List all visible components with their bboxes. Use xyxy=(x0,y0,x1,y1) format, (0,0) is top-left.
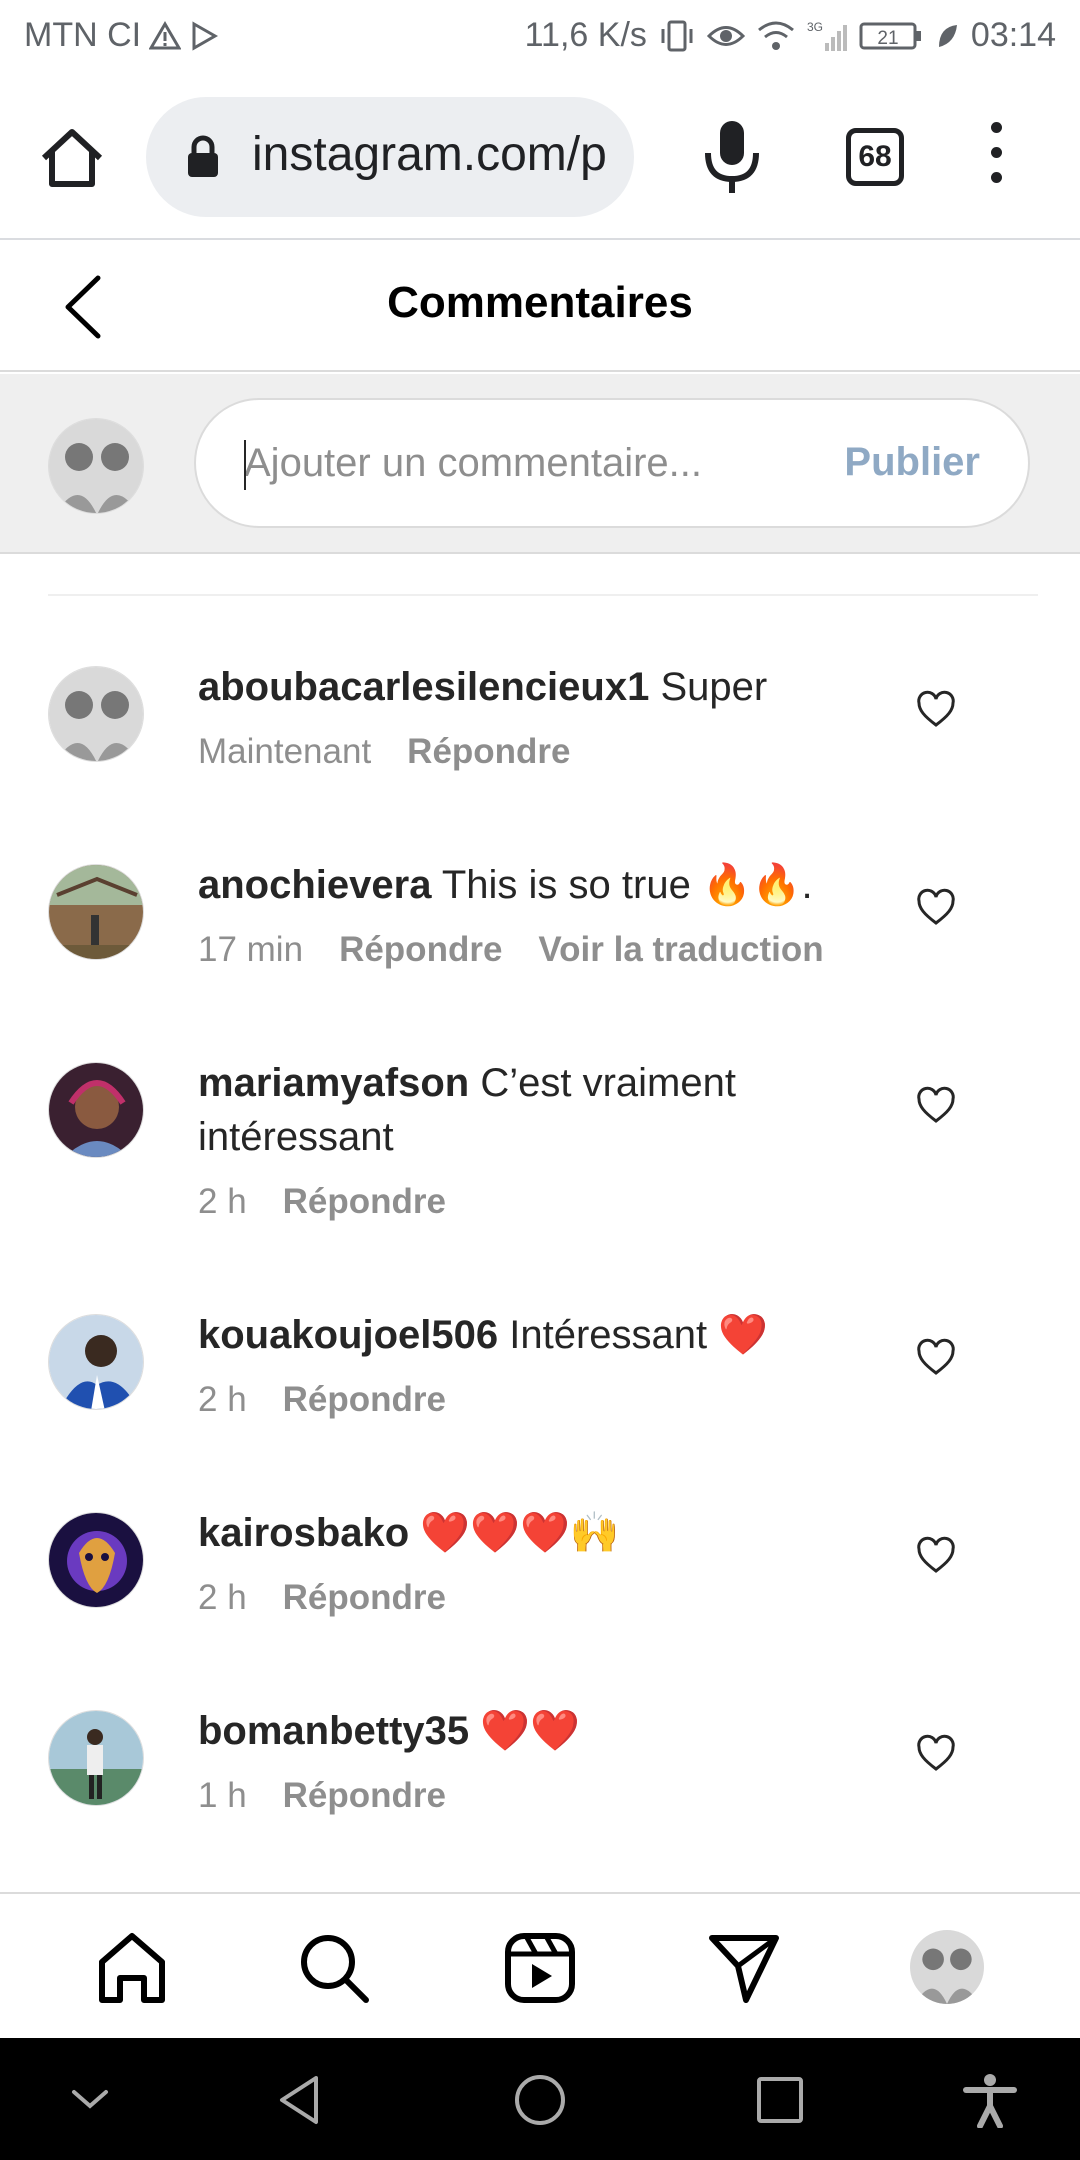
comment-text: This is so true 🔥🔥. xyxy=(441,863,813,907)
wifi-icon xyxy=(757,21,794,50)
search-icon[interactable] xyxy=(296,1930,372,2006)
comment-text-line: bomanbetty35 ❤️❤️ xyxy=(198,1704,848,1758)
reply-button[interactable]: Répondre xyxy=(283,1776,446,1816)
comment-username[interactable]: bomanbetty35 xyxy=(198,1709,469,1753)
comment-text: ❤️❤️ xyxy=(480,1709,580,1753)
comment-meta: 2 h Répondre xyxy=(198,1182,848,1222)
comment-body: anochievera This is so true 🔥🔥. 17 min R… xyxy=(198,858,848,970)
current-user-avatar xyxy=(48,418,144,514)
comment-text-line: kouakoujoel506 Intéressant ❤️ xyxy=(198,1308,848,1362)
comment-time: 17 min xyxy=(198,930,304,969)
bottom-nav xyxy=(0,1892,1080,2038)
network-type-text: 3G xyxy=(807,20,823,34)
comment-time: 2 h xyxy=(198,1380,247,1419)
comment-time: 2 h xyxy=(198,1182,247,1221)
heart-icon[interactable] xyxy=(916,1536,956,1576)
comment-text-line: mariamyafson C’est vraiment intéressant xyxy=(198,1056,848,1164)
comment-meta: 2 h Répondre xyxy=(198,1380,848,1420)
back-icon[interactable] xyxy=(272,2072,328,2128)
comment-meta: 1 h Répondre xyxy=(198,1776,848,1816)
profile-avatar[interactable] xyxy=(910,1930,984,2004)
page-title: Commentaires xyxy=(387,278,693,327)
reply-button[interactable]: Répondre xyxy=(283,1380,446,1420)
status-bar: MTN CI 11,6 K/s 3G 21 03:14 xyxy=(0,0,1080,72)
comment-username[interactable]: aboubacarlesilencieux1 xyxy=(198,665,649,709)
comment-input-wrapper[interactable]: Publier xyxy=(194,398,1030,528)
heart-icon[interactable] xyxy=(916,1734,956,1774)
comment-avatar[interactable] xyxy=(48,1710,144,1806)
system-nav-bar xyxy=(0,2038,1080,2160)
url-bar[interactable]: instagram.com/p xyxy=(146,97,634,217)
comment-avatar[interactable] xyxy=(48,1512,144,1608)
status-left: MTN CI xyxy=(24,16,219,55)
comment-text: Super xyxy=(660,665,768,709)
menu-icon[interactable] xyxy=(978,122,1014,194)
comment-composer: Publier xyxy=(0,374,1080,554)
text-caret xyxy=(244,440,246,490)
url-text[interactable]: instagram.com/p xyxy=(252,127,612,182)
comment-avatar[interactable] xyxy=(48,1062,144,1158)
eye-icon xyxy=(706,25,745,46)
comment-input[interactable] xyxy=(244,430,804,496)
play-store-icon xyxy=(192,20,219,51)
publish-button[interactable]: Publier xyxy=(844,440,980,485)
comment-username[interactable]: mariamyafson xyxy=(198,1061,469,1105)
comment-text: ❤️❤️❤️🙌 xyxy=(420,1511,620,1555)
comment-body: kouakoujoel506 Intéressant ❤️ 2 h Répond… xyxy=(198,1308,848,1420)
comment-text-line: kairosbako ❤️❤️❤️🙌 xyxy=(198,1506,848,1560)
comment-body: kairosbako ❤️❤️❤️🙌 2 h Répondre xyxy=(198,1506,848,1618)
direct-icon[interactable] xyxy=(706,1930,782,2006)
comment-avatar[interactable] xyxy=(48,864,144,960)
comment-text-line: anochievera This is so true 🔥🔥. xyxy=(198,858,848,912)
page-header: Commentaires xyxy=(0,242,1080,372)
comment-meta: 2 h Répondre xyxy=(198,1578,848,1618)
reels-icon[interactable] xyxy=(502,1930,578,2006)
comment-username[interactable]: kairosbako xyxy=(198,1511,409,1555)
comment-time: Maintenant xyxy=(198,732,372,771)
accessibility-icon[interactable] xyxy=(962,2072,1018,2128)
comment-time: 1 h xyxy=(198,1776,247,1815)
comment-time: 2 h xyxy=(198,1578,247,1617)
net-speed-label: 11,6 K/s xyxy=(524,16,647,54)
reply-button[interactable]: Répondre xyxy=(283,1182,446,1222)
divider xyxy=(48,594,1038,596)
heart-icon[interactable] xyxy=(916,888,956,928)
signal-icon: 3G xyxy=(807,20,847,51)
reply-button[interactable]: Répondre xyxy=(283,1578,446,1618)
heart-icon[interactable] xyxy=(916,1338,956,1378)
mic-icon[interactable] xyxy=(700,117,764,197)
comment-body: mariamyafson C’est vraiment intéressant … xyxy=(198,1056,848,1222)
home-icon[interactable] xyxy=(38,124,106,192)
comment-body: aboubacarlesilencieux1 Super Maintenant … xyxy=(198,660,848,772)
battery-level-text: 21 xyxy=(877,28,898,49)
leaf-icon xyxy=(938,24,957,47)
comment-text-line: aboubacarlesilencieux1 Super xyxy=(198,660,848,714)
see-translation-button[interactable]: Voir la traduction xyxy=(538,930,823,970)
comment-username[interactable]: anochievera xyxy=(198,863,431,907)
carrier-label: MTN CI xyxy=(24,16,142,54)
recents-icon[interactable] xyxy=(752,2072,808,2128)
comment-avatar[interactable] xyxy=(48,1314,144,1410)
browser-toolbar: instagram.com/p 68 xyxy=(0,72,1080,240)
home-icon[interactable] xyxy=(94,1930,170,2006)
comment-meta: 17 min Répondre Voir la traduction xyxy=(198,930,848,970)
warning-icon xyxy=(149,20,182,49)
heart-icon[interactable] xyxy=(916,690,956,730)
comment-username[interactable]: kouakoujoel506 xyxy=(198,1313,498,1357)
reply-button[interactable]: Répondre xyxy=(407,732,570,772)
comment-text: Intéressant ❤️ xyxy=(509,1313,769,1357)
comment-body: bomanbetty35 ❤️❤️ 1 h Répondre xyxy=(198,1704,848,1816)
clock-label: 03:14 xyxy=(970,16,1056,54)
home-circle-icon[interactable] xyxy=(512,2072,568,2128)
lock-icon xyxy=(188,135,218,177)
heart-icon[interactable] xyxy=(916,1086,956,1126)
status-right: 11,6 K/s 3G 21 03:14 xyxy=(525,16,1056,55)
tabs-count-button[interactable]: 68 xyxy=(846,128,904,186)
comment-meta: Maintenant Répondre xyxy=(198,732,848,772)
vibrate-icon xyxy=(661,20,693,51)
chevron-down-icon[interactable] xyxy=(62,2072,118,2128)
comment-avatar[interactable] xyxy=(48,666,144,762)
reply-button[interactable]: Répondre xyxy=(339,930,502,970)
battery-icon: 21 xyxy=(859,22,921,49)
